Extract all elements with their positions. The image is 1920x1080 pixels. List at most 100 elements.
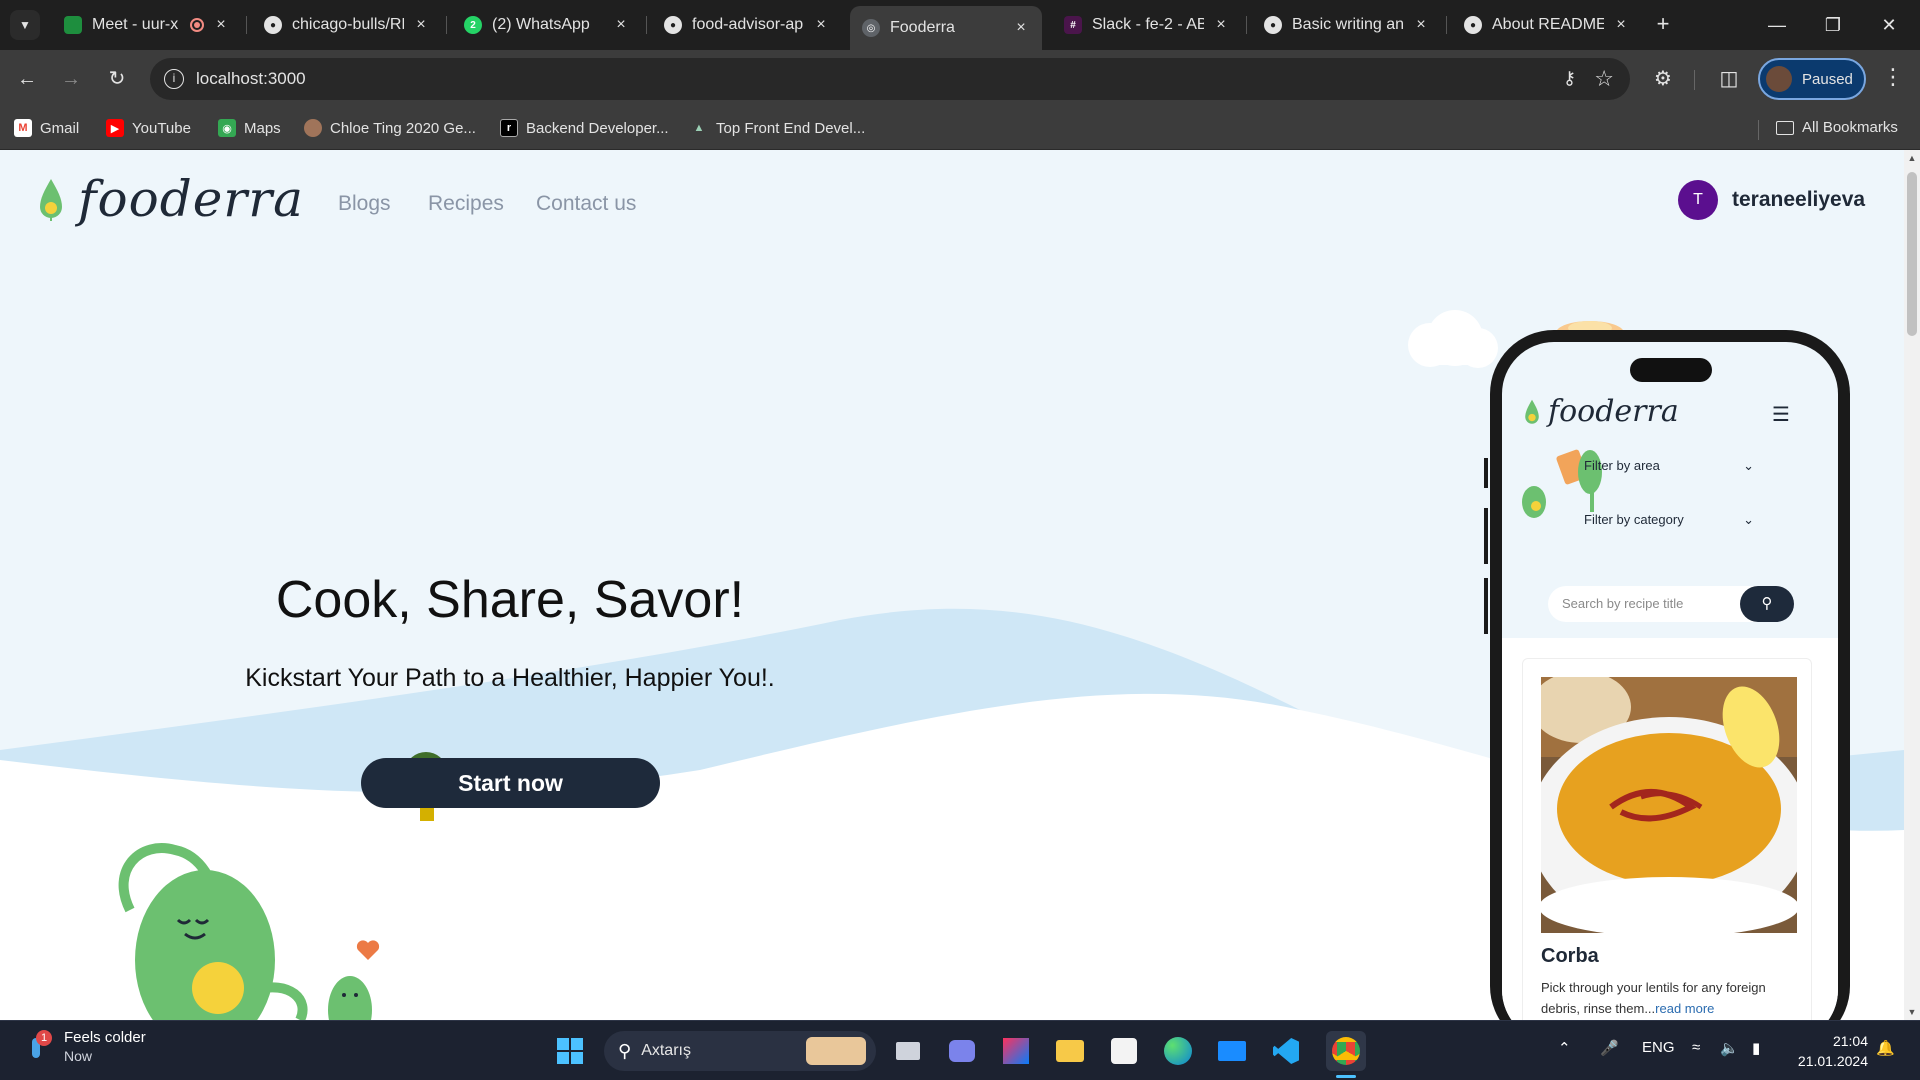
password-key-icon[interactable]: ⚷ (1563, 68, 1576, 89)
mail-icon[interactable] (1212, 1031, 1252, 1071)
thermometer-icon: 1 (24, 1029, 54, 1062)
edge-icon[interactable] (1158, 1031, 1198, 1071)
start-now-button[interactable]: Start now (361, 758, 660, 808)
wifi-icon[interactable]: ≈ (1692, 1039, 1700, 1056)
site-header: fooderra Blogs Recipes Contact us T tera… (0, 150, 1904, 260)
microsoft-store-icon[interactable] (1104, 1031, 1144, 1071)
tab-slack[interactable]: # Slack - fe-2 - AB × (1052, 8, 1242, 42)
new-tab-button[interactable]: + (1650, 12, 1676, 38)
microphone-icon[interactable]: 🎤 (1600, 1039, 1619, 1057)
active-app-indicator (1336, 1075, 1356, 1078)
tab-close-icon[interactable]: × (1412, 16, 1430, 34)
show-hidden-icons[interactable]: ⌃ (1558, 1039, 1571, 1057)
bookmark-chloe-ting[interactable]: Chloe Ting 2020 Ge... (304, 119, 476, 137)
scroll-up-icon[interactable]: ▲ (1904, 150, 1920, 166)
tab-close-icon[interactable]: × (412, 16, 430, 34)
input-language[interactable]: ENG (1642, 1039, 1675, 1056)
tab-close-icon[interactable]: × (1012, 19, 1030, 37)
bookmark-star-icon[interactable]: ☆ (1594, 66, 1614, 92)
recipe-card[interactable]: Corba Pick through your lentils for any … (1522, 658, 1812, 1020)
side-panel-icon[interactable]: ◫ (1714, 64, 1744, 94)
tab-chicago-bulls[interactable]: ● chicago-bulls/RE × (252, 8, 442, 42)
tab-fooderra[interactable]: ◎ Fooderra × (850, 6, 1042, 50)
tab-about-readmes[interactable]: ● About READMEs × (1452, 8, 1642, 42)
bookmark-gmail[interactable]: M Gmail (14, 119, 79, 137)
github-icon: ● (1264, 16, 1282, 34)
filter-by-category-select[interactable]: Filter by category ⌄ (1584, 512, 1754, 528)
username[interactable]: teraneeliyeva (1732, 188, 1865, 212)
site-info-icon[interactable]: i (164, 69, 184, 89)
globe-icon: ◎ (862, 19, 880, 37)
filter-by-area-select[interactable]: Filter by area ⌄ (1584, 458, 1754, 474)
chrome-icon[interactable] (1326, 1031, 1366, 1071)
tab-close-icon[interactable]: × (812, 16, 830, 34)
intellij-icon[interactable] (996, 1031, 1036, 1071)
site-logo[interactable]: fooderra (38, 170, 304, 228)
user-menu[interactable]: T teraneeliyeva (1678, 180, 1865, 220)
bookmark-maps[interactable]: ◉ Maps (218, 119, 281, 137)
page-scrollbar[interactable]: ▲ ▼ (1904, 150, 1920, 1020)
scroll-down-icon[interactable]: ▼ (1904, 1004, 1920, 1020)
person-thumbnail-icon (304, 119, 322, 137)
cloud-icon (1408, 310, 1498, 368)
tab-whatsapp[interactable]: 2 (2) WhatsApp × (452, 8, 642, 42)
tab-separator (446, 16, 447, 34)
tab-close-icon[interactable]: × (1612, 16, 1630, 34)
volume-icon[interactable]: 🔈 (1720, 1039, 1739, 1057)
tab-search-button[interactable]: ▼ (10, 10, 40, 40)
restore-icon[interactable]: ❐ (1818, 10, 1848, 40)
recording-icon (190, 18, 204, 32)
bookmark-youtube[interactable]: ▶ YouTube (106, 119, 191, 137)
dynamic-island (1630, 358, 1712, 382)
search-highlight-image (806, 1037, 866, 1065)
phone-screen: fooderra ☰ Filter by area ⌄ Filter by ca… (1502, 342, 1838, 1020)
more-menu-icon[interactable]: ⋮ (1880, 64, 1906, 90)
windows-start-icon[interactable] (550, 1031, 590, 1071)
hamburger-menu-icon[interactable]: ☰ (1772, 402, 1790, 427)
close-window-icon[interactable]: ✕ (1874, 10, 1904, 40)
tab-close-icon[interactable]: × (612, 16, 630, 34)
tab-close-icon[interactable]: × (212, 16, 230, 34)
bookmark-backend-developer[interactable]: r Backend Developer... (500, 119, 669, 137)
forward-icon[interactable]: → (56, 64, 86, 94)
search-icon[interactable]: ⚲ (1740, 586, 1794, 622)
teams-chat-icon[interactable] (942, 1031, 982, 1071)
recipe-search-input[interactable]: Search by recipe title ⚲ (1548, 586, 1794, 622)
avatar[interactable]: T (1678, 180, 1718, 220)
github-icon: ● (664, 16, 682, 34)
extensions-icon[interactable]: ⚙ (1648, 64, 1678, 94)
tab-food-advisor[interactable]: ● food-advisor-ap × (652, 8, 842, 42)
nav-contact-us[interactable]: Contact us (536, 192, 636, 216)
all-bookmarks-button[interactable]: All Bookmarks (1776, 119, 1898, 136)
tab-basic-writing[interactable]: ● Basic writing and × (1252, 8, 1442, 42)
roadmap-icon: r (500, 119, 518, 137)
google-meet-icon (64, 16, 82, 34)
windows-taskbar: 1 Feels colder Now ⚲ Axtarış ⌃ 🎤 ENG ≈ 🔈… (0, 1020, 1920, 1080)
reload-icon[interactable]: ↻ (102, 64, 132, 94)
bookmark-front-end[interactable]: ▲ Top Front End Devel... (690, 119, 866, 137)
search-icon: ⚲ (618, 1040, 632, 1061)
toolbar-separator (1694, 70, 1695, 90)
taskbar-search-box[interactable]: ⚲ Axtarış (604, 1031, 876, 1071)
tab-meet[interactable]: Meet - uur-x × (52, 8, 242, 42)
address-url[interactable]: localhost:3000 (196, 69, 306, 89)
battery-icon[interactable]: ▮ (1752, 1039, 1760, 1057)
tab-close-icon[interactable]: × (1212, 16, 1230, 34)
back-icon[interactable]: ← (12, 64, 42, 94)
notifications-icon[interactable]: 🔔 (1876, 1039, 1895, 1057)
weather-widget[interactable]: 1 Feels colder Now (24, 1029, 146, 1064)
profile-button[interactable]: Paused (1758, 58, 1866, 100)
vscode-icon[interactable] (1266, 1031, 1306, 1071)
task-view-icon[interactable] (888, 1031, 928, 1071)
read-more-link[interactable]: read more (1655, 1001, 1714, 1016)
hero-title: Cook, Share, Savor! (275, 571, 745, 629)
file-explorer-icon[interactable] (1050, 1031, 1090, 1071)
phone-mockup: fooderra ☰ Filter by area ⌄ Filter by ca… (1484, 330, 1850, 1020)
scrollbar-thumb[interactable] (1907, 172, 1917, 336)
system-clock[interactable]: 21:04 21.01.2024 (1790, 1031, 1868, 1071)
nav-blogs[interactable]: Blogs (338, 192, 391, 216)
maps-icon: ◉ (218, 119, 236, 137)
nav-recipes[interactable]: Recipes (428, 192, 504, 216)
address-bar[interactable]: i localhost:3000 ⚷ ☆ (150, 58, 1630, 100)
minimize-icon[interactable]: — (1762, 10, 1792, 40)
